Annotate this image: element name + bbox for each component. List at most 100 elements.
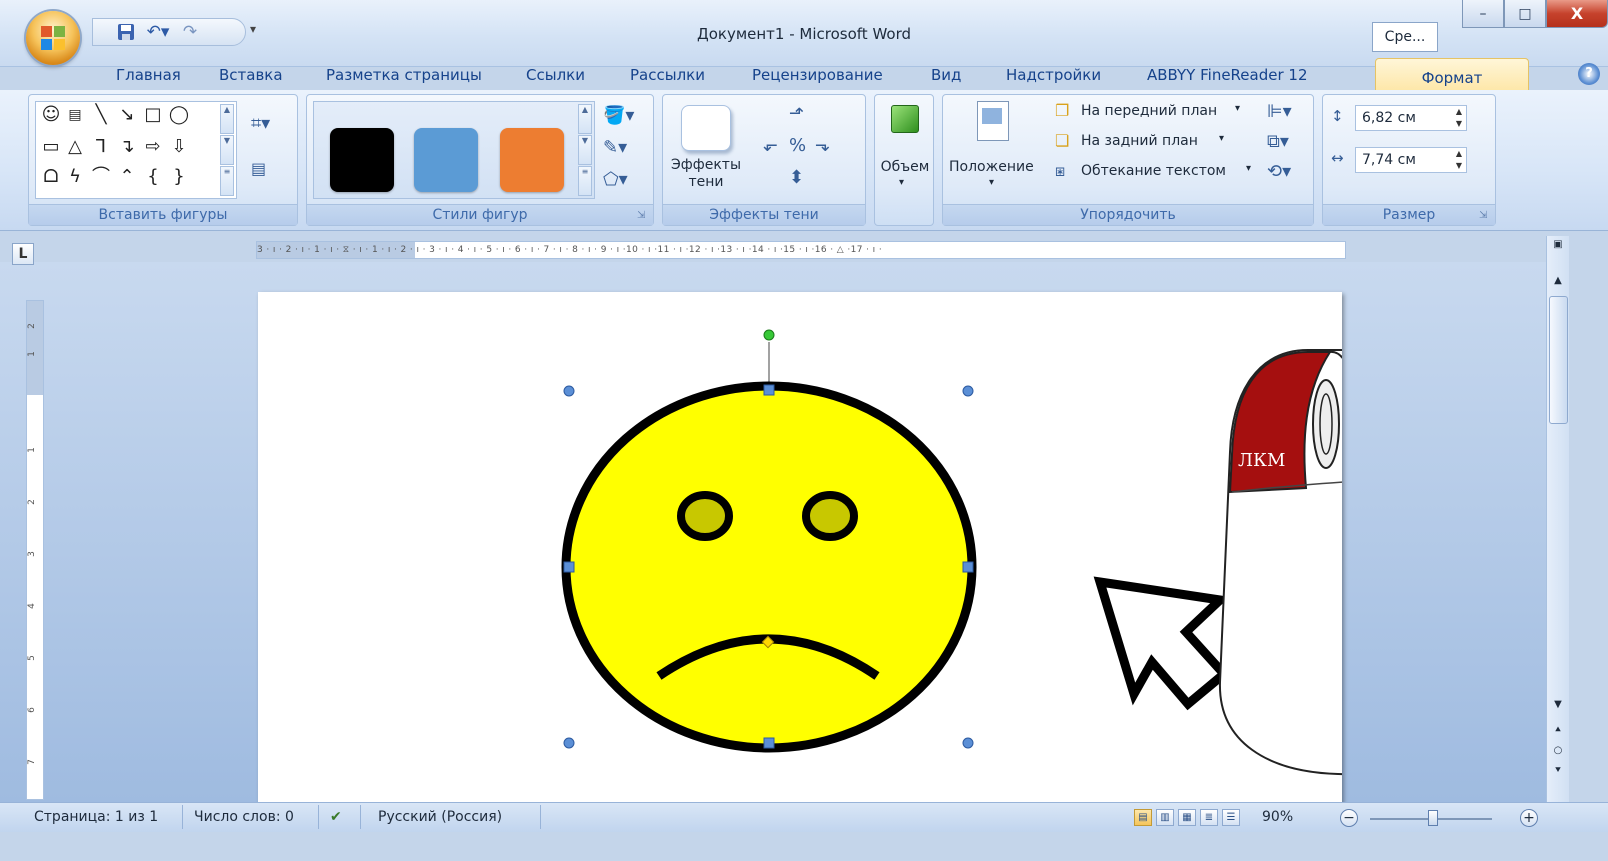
line-shape-icon[interactable]: ╲ <box>90 104 112 126</box>
tab-mailings[interactable]: Рассылки <box>630 66 705 84</box>
styles-down-icon[interactable]: ▼ <box>578 135 592 165</box>
left-brace-icon[interactable]: { <box>142 166 164 188</box>
rectangle-shape-icon[interactable]: □ <box>142 104 164 126</box>
shadow-toggle-icon[interactable]: % <box>789 135 806 156</box>
send-backward-icon[interactable]: ❏ <box>1055 131 1069 150</box>
scribble-shape-icon[interactable]: ϟ <box>64 166 86 188</box>
change-shape-icon[interactable]: ⬠▾ <box>603 169 628 190</box>
zoom-slider-thumb[interactable] <box>1428 810 1438 826</box>
shadow-effects-button[interactable]: Эффекты тени <box>669 157 743 191</box>
elbow-arrow-icon[interactable]: ↴ <box>116 136 138 158</box>
word-count[interactable]: Число слов: 0 <box>194 809 294 825</box>
print-layout-view-icon[interactable]: ▤ <box>1134 809 1152 826</box>
gallery-more-icon[interactable]: ≡ <box>220 166 234 196</box>
tab-addins[interactable]: Надстройки <box>1006 66 1101 84</box>
oval-shape-icon[interactable]: ◯ <box>168 104 190 126</box>
down-arrow-shape-icon[interactable]: ⇩ <box>168 136 190 158</box>
arc-shape-icon[interactable]: ⌒ <box>90 166 112 188</box>
scroll-down-icon[interactable]: ▼ <box>1547 696 1569 714</box>
horizontal-ruler[interactable]: 3 · ı · 2 · ı · 1 · ı · ⧖ · ı · 1 · ı · … <box>256 241 1346 259</box>
page-count[interactable]: Страница: 1 из 1 <box>34 809 158 825</box>
right-brace-icon[interactable]: } <box>168 166 190 188</box>
position-dropdown-icon[interactable]: ▾ <box>989 177 994 188</box>
style-swatch-orange[interactable] <box>500 128 564 192</box>
draw-textbox-icon[interactable]: ▤ <box>251 159 266 178</box>
position-icon[interactable] <box>977 101 1009 141</box>
full-screen-reading-icon[interactable]: ▥ <box>1156 809 1174 826</box>
proofing-icon[interactable]: ✔ <box>330 809 342 825</box>
gallery-down-icon[interactable]: ▼ <box>220 135 234 165</box>
dialog-launcher-icon[interactable]: ⇲ <box>637 210 649 222</box>
office-button[interactable] <box>26 11 80 65</box>
volume-dropdown-icon[interactable]: ▾ <box>899 177 904 188</box>
volume-button[interactable]: Объем <box>879 159 931 175</box>
smiley-shape-icon[interactable]: ☺ <box>40 104 62 126</box>
document-page[interactable]: ЛКМ <box>258 292 1342 804</box>
language[interactable]: Русский (Россия) <box>378 809 502 825</box>
scroll-thumb[interactable] <box>1549 296 1568 424</box>
sad-smiley-shape[interactable] <box>561 342 977 753</box>
side-button[interactable]: Сре... <box>1372 22 1438 52</box>
group-objects-icon[interactable]: ⧉▾ <box>1267 131 1289 152</box>
maximize-button[interactable]: □ <box>1504 0 1546 28</box>
textbox-shape-icon[interactable]: ▤ <box>64 104 86 126</box>
vertical-ruler[interactable]: 2 1 1 2 3 4 5 6 7 <box>26 300 44 800</box>
text-wrapping-dropdown-icon[interactable]: ▾ <box>1246 163 1251 174</box>
right-arrow-shape-icon[interactable]: ⇨ <box>142 136 164 158</box>
bring-forward-button[interactable]: На передний план <box>1081 103 1217 119</box>
styles-up-icon[interactable]: ▲ <box>578 104 592 134</box>
gallery-up-icon[interactable]: ▲ <box>220 104 234 134</box>
shapes-gallery[interactable]: ☺ ▤ ╲ ↘ □ ◯ ▭ △ ⅂ ↴ ⇨ ⇩ ᗝ ϟ ⌒ ⌃ { } ▲ ▼ … <box>35 101 237 199</box>
tab-abbyy[interactable]: ABBYY FineReader 12 <box>1147 66 1308 84</box>
triangle-shape-icon[interactable]: △ <box>64 136 86 158</box>
close-button[interactable]: X <box>1546 0 1608 28</box>
send-backward-button[interactable]: На задний план <box>1081 133 1198 149</box>
arrow-line-shape-icon[interactable]: ↘ <box>116 104 138 126</box>
nudge-right-icon[interactable]: ⬎ <box>815 135 830 156</box>
outline-view-icon[interactable]: ≣ <box>1200 809 1218 826</box>
tab-references[interactable]: Ссылки <box>526 66 585 84</box>
tab-home[interactable]: Главная <box>116 66 181 84</box>
elbow-connector-icon[interactable]: ⅂ <box>90 136 112 158</box>
edit-shape-icon[interactable]: ⌗▾ <box>251 113 270 134</box>
rotate-icon[interactable]: ⟲▾ <box>1267 161 1291 182</box>
bring-forward-dropdown-icon[interactable]: ▾ <box>1235 103 1240 114</box>
browse-object-icon[interactable]: ○ <box>1547 742 1569 760</box>
previous-page-icon[interactable]: ⯅ <box>1547 722 1569 740</box>
vertical-scrollbar[interactable]: ▣ ▲ ▼ ⯅ ○ ⯆ <box>1546 236 1569 802</box>
zoom-in-icon[interactable]: + <box>1520 809 1538 827</box>
scroll-up-icon[interactable]: ▲ <box>1547 272 1569 290</box>
3d-effects-icon[interactable] <box>891 105 919 133</box>
tab-review[interactable]: Рецензирование <box>752 66 883 84</box>
shape-fill-icon[interactable]: 🪣▾ <box>603 105 634 126</box>
position-button[interactable]: Положение <box>949 159 1034 175</box>
text-wrapping-icon[interactable]: ⧆ <box>1055 161 1065 181</box>
zoom-level[interactable]: 90% <box>1262 809 1293 825</box>
minimize-button[interactable]: – <box>1462 0 1504 28</box>
shape-width-input[interactable]: 7,74 см ▲ ▼ <box>1355 147 1467 173</box>
styles-more-icon[interactable]: ≡ <box>578 166 592 196</box>
curve-shape-icon[interactable]: ⌃ <box>116 166 138 188</box>
next-page-icon[interactable]: ⯆ <box>1547 762 1569 780</box>
tab-page-layout[interactable]: Разметка страницы <box>326 66 482 84</box>
zoom-out-icon[interactable]: − <box>1340 809 1358 827</box>
align-icon[interactable]: ⊫▾ <box>1267 101 1292 122</box>
nudge-down-icon[interactable]: ⬍ <box>789 167 804 188</box>
shadow-effects-icon[interactable] <box>681 105 731 151</box>
tab-insert[interactable]: Вставка <box>219 66 283 84</box>
rounded-rect-shape-icon[interactable]: ▭ <box>40 136 62 158</box>
tab-selector-icon[interactable]: L <box>12 243 34 265</box>
shape-height-input[interactable]: 6,82 см ▲ ▼ <box>1355 105 1467 131</box>
help-icon[interactable]: ? <box>1578 63 1600 85</box>
style-swatch-black[interactable] <box>330 128 394 192</box>
freeform-shape-icon[interactable]: ᗝ <box>40 166 62 188</box>
width-spinner-icon[interactable]: ▲ ▼ <box>1456 148 1462 172</box>
dialog-launcher-icon[interactable]: ⇲ <box>1479 210 1491 222</box>
style-swatch-blue[interactable] <box>414 128 478 192</box>
shape-outline-icon[interactable]: ✎▾ <box>603 137 627 158</box>
nudge-up-icon[interactable]: ⬏ <box>789 103 804 124</box>
text-wrapping-button[interactable]: Обтекание текстом <box>1081 163 1226 179</box>
bring-forward-icon[interactable]: ❐ <box>1055 101 1069 120</box>
send-backward-dropdown-icon[interactable]: ▾ <box>1219 133 1224 144</box>
ruler-toggle-icon[interactable]: ▣ <box>1547 236 1569 254</box>
